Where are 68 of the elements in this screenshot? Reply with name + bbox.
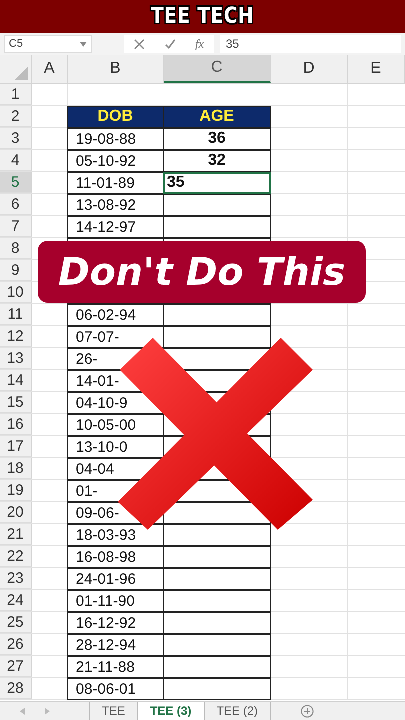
row-header[interactable]: 8 <box>0 238 32 259</box>
table-cell: 08-06-01 <box>67 678 164 700</box>
row-header[interactable]: 24 <box>0 590 32 611</box>
cancel-icon[interactable] <box>134 38 145 50</box>
row-header[interactable]: 6 <box>0 194 32 215</box>
column-header[interactable]: A <box>32 55 68 83</box>
column-header[interactable]: C <box>164 55 271 83</box>
row-header[interactable]: 19 <box>0 480 32 501</box>
column-heading: AGE <box>163 106 271 128</box>
table-cell: 10-05-00 <box>67 414 164 436</box>
table-cell: 16-08-98 <box>67 546 164 568</box>
column-header[interactable]: D <box>271 55 348 83</box>
sheet-tab[interactable]: TEE (3) <box>138 702 205 720</box>
sheet-tab[interactable]: TEE (2) <box>204 702 272 720</box>
row-header[interactable]: 20 <box>0 502 32 523</box>
next-sheet-icon[interactable] <box>45 708 50 714</box>
row-header[interactable]: 4 <box>0 150 32 171</box>
row-header[interactable]: 3 <box>0 128 32 149</box>
row-header[interactable]: 28 <box>0 678 32 699</box>
row-header[interactable]: 10 <box>0 282 32 303</box>
table-cell: 11-01-89 <box>67 172 164 194</box>
table-cell: 14-12-97 <box>67 216 164 238</box>
name-box[interactable]: C5 <box>4 35 92 53</box>
row-header[interactable]: 16 <box>0 414 32 435</box>
table-cell: 13-08-92 <box>67 194 164 216</box>
table-cell: 07-07- <box>67 326 164 348</box>
table-cell: 19-08-88 <box>67 128 164 150</box>
table-cell: 21-11-88 <box>67 656 164 678</box>
row-header[interactable]: 14 <box>0 370 32 391</box>
add-sheet-icon[interactable] <box>301 704 314 718</box>
table-cell: 06-02-94 <box>67 304 164 326</box>
table-cell: 24-01-96 <box>67 568 164 590</box>
table-cell: 36 <box>163 128 271 150</box>
insert-function-button[interactable]: fx <box>195 36 204 52</box>
row-header[interactable]: 7 <box>0 216 32 237</box>
row-header[interactable]: 5 <box>0 172 32 193</box>
row-header[interactable]: 12 <box>0 326 32 347</box>
row-header[interactable]: 23 <box>0 568 32 589</box>
table-cell: 16-12-92 <box>67 612 164 634</box>
row-header[interactable]: 18 <box>0 458 32 479</box>
row-header[interactable]: 11 <box>0 304 32 325</box>
caret-icon <box>80 42 87 46</box>
table-cell: 01-11-90 <box>67 590 164 612</box>
row-header[interactable]: 17 <box>0 436 32 457</box>
row-header[interactable]: 15 <box>0 392 32 413</box>
table-cell: 18-03-93 <box>67 524 164 546</box>
row-header[interactable]: 26 <box>0 634 32 655</box>
row-header[interactable]: 25 <box>0 612 32 633</box>
active-cell[interactable]: 35 <box>163 172 271 194</box>
table-cell: 28-12-94 <box>67 634 164 656</box>
row-header[interactable]: 27 <box>0 656 32 677</box>
table-cell: 32 <box>163 150 271 172</box>
row-header[interactable]: 21 <box>0 524 32 545</box>
row-header[interactable]: 13 <box>0 348 32 369</box>
previous-sheet-icon[interactable] <box>20 708 25 714</box>
row-header[interactable]: 9 <box>0 260 32 281</box>
formula-field[interactable]: 35 <box>220 35 401 53</box>
row-header[interactable]: 1 <box>0 84 32 105</box>
column-header[interactable]: E <box>348 55 405 83</box>
column-heading: DOB <box>67 106 164 128</box>
row-header[interactable]: 2 <box>0 106 32 127</box>
warning-caption: Don't Do This <box>38 241 366 303</box>
check-icon[interactable] <box>164 38 176 50</box>
table-cell: 05-10-92 <box>67 150 164 172</box>
select-all-icon[interactable] <box>15 67 28 80</box>
channel-title: TEE TECH <box>150 4 254 29</box>
table-cell: 13-10-0 <box>67 436 164 458</box>
row-header[interactable]: 22 <box>0 546 32 567</box>
